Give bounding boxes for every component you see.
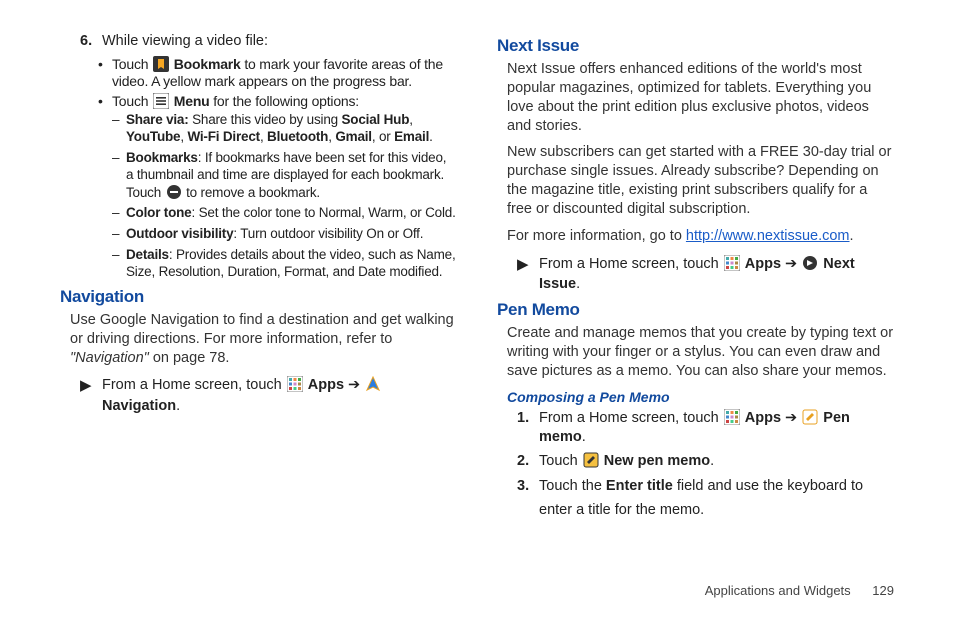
paragraph: New subscribers can get started with a F… xyxy=(507,143,894,218)
remove-icon xyxy=(166,184,182,200)
dash-text: Share via: Share this video by using Soc… xyxy=(126,112,457,146)
bullet-marker: • xyxy=(98,93,112,111)
step-number: 1. xyxy=(517,409,539,448)
section-heading-navigation: Navigation xyxy=(60,287,457,307)
dash-text: Details: Provides details about the vide… xyxy=(126,247,457,281)
list-item: 3. Touch the Enter title field and use t… xyxy=(517,475,894,521)
paragraph: For more information, go to http://www.n… xyxy=(507,227,894,246)
section-heading-pen-memo: Pen Memo xyxy=(497,300,894,320)
list-item: – Color tone: Set the color tone to Norm… xyxy=(112,205,457,222)
step-text: From a Home screen, touch Apps ➔ Next Is… xyxy=(539,254,894,295)
step-text: From a Home screen, touch Apps ➔ Pen mem… xyxy=(539,409,894,448)
apps-icon xyxy=(724,409,740,425)
list-item: – Share via: Share this video by using S… xyxy=(112,112,457,146)
dash-text: Bookmarks: If bookmarks have been set fo… xyxy=(126,150,457,202)
step-text: Touch the Enter title field and use the … xyxy=(539,475,894,521)
next-issue-icon xyxy=(802,255,818,271)
dash-marker: – xyxy=(112,226,126,243)
section-heading-next-issue: Next Issue xyxy=(497,36,894,56)
right-column: Next Issue Next Issue offers enhanced ed… xyxy=(497,30,894,526)
dash-marker: – xyxy=(112,112,126,146)
pen-memo-icon xyxy=(802,409,818,425)
list-item: 6. While viewing a video file: xyxy=(80,32,457,52)
step-number: 3. xyxy=(517,475,539,521)
page-number: 129 xyxy=(872,583,894,598)
bookmark-icon xyxy=(153,56,169,72)
list-item: – Bookmarks: If bookmarks have been set … xyxy=(112,150,457,202)
instruction-step: ▶ From a Home screen, touch Apps ➔ Next … xyxy=(517,254,894,295)
list-item: 1. From a Home screen, touch Apps ➔ Pen … xyxy=(517,409,894,448)
paragraph: Next Issue offers enhanced editions of t… xyxy=(507,60,894,135)
dash-text: Outdoor visibility: Turn outdoor visibil… xyxy=(126,226,457,243)
list-item: • Touch Bookmark to mark your favorite a… xyxy=(98,56,457,91)
bullet-marker: • xyxy=(98,56,112,91)
cross-reference: "Navigation" xyxy=(70,350,149,366)
bullet-text: Touch Menu for the following options: xyxy=(112,93,457,111)
list-item: • Touch Menu for the following options: xyxy=(98,93,457,111)
paragraph: Use Google Navigation to find a destinat… xyxy=(70,311,457,368)
step-text: While viewing a video file: xyxy=(102,32,457,52)
pointer-icon: ▶ xyxy=(80,375,102,396)
dash-marker: – xyxy=(112,247,126,281)
list-item: – Outdoor visibility: Turn outdoor visib… xyxy=(112,226,457,243)
apps-icon xyxy=(724,255,740,271)
dash-marker: – xyxy=(112,205,126,222)
paragraph: Create and manage memos that you create … xyxy=(507,324,894,381)
step-number: 2. xyxy=(517,452,539,472)
step-text: From a Home screen, touch Apps ➔ Navigat… xyxy=(102,375,457,416)
next-issue-link[interactable]: http://www.nextissue.com xyxy=(686,228,850,244)
step-text: Touch New pen memo. xyxy=(539,452,894,472)
page-body: 6. While viewing a video file: • Touch B… xyxy=(0,0,954,546)
subsection-heading-composing: Composing a Pen Memo xyxy=(507,389,894,405)
bullet-text: Touch Bookmark to mark your favorite are… xyxy=(112,56,457,91)
instruction-step: ▶ From a Home screen, touch Apps ➔ Navig… xyxy=(80,375,457,416)
new-pen-memo-icon xyxy=(583,452,599,468)
dash-text: Color tone: Set the color tone to Normal… xyxy=(126,205,457,222)
navigation-icon xyxy=(365,376,381,392)
footer-section: Applications and Widgets xyxy=(705,583,851,598)
page-footer: Applications and Widgets 129 xyxy=(705,583,894,598)
left-column: 6. While viewing a video file: • Touch B… xyxy=(60,30,457,526)
menu-icon xyxy=(153,93,169,109)
pointer-icon: ▶ xyxy=(517,254,539,275)
list-item: 2. Touch New pen memo. xyxy=(517,452,894,472)
apps-icon xyxy=(287,376,303,392)
dash-marker: – xyxy=(112,150,126,202)
list-item: – Details: Provides details about the vi… xyxy=(112,247,457,281)
step-number: 6. xyxy=(80,32,102,52)
